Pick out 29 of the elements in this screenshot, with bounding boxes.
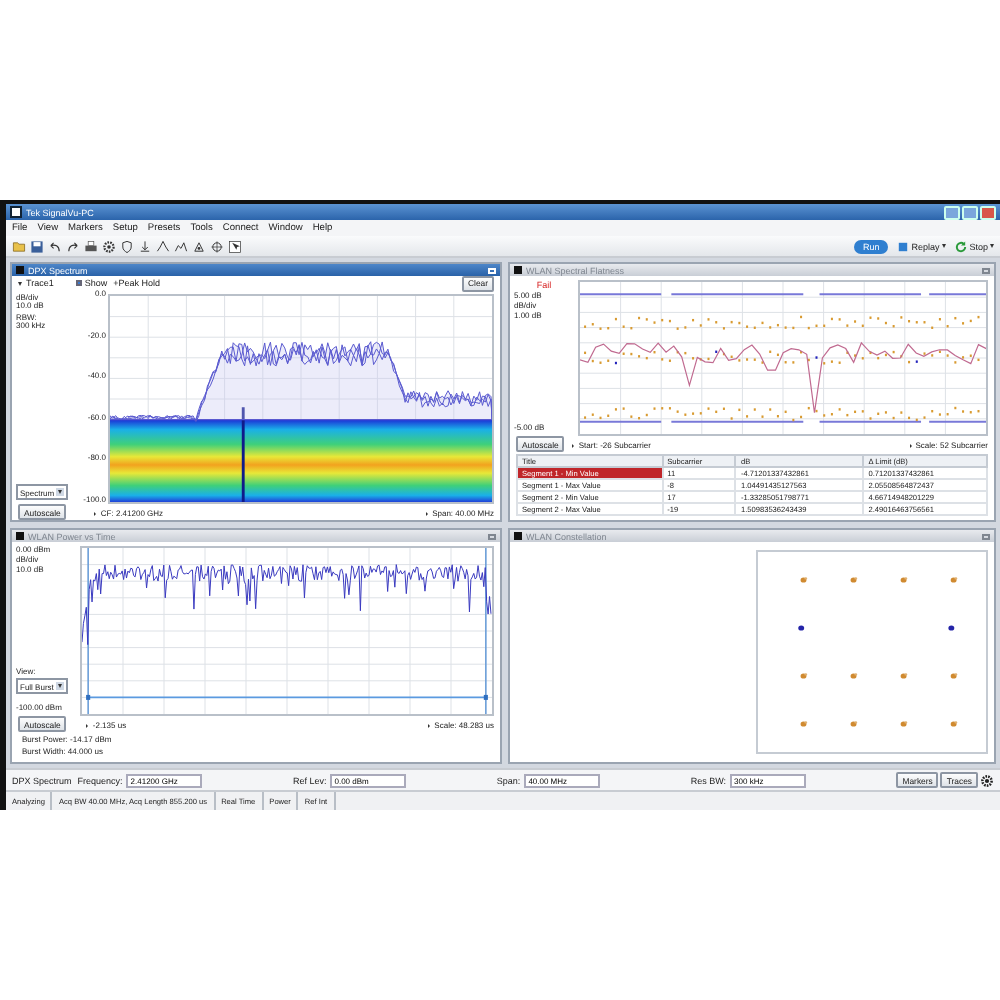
gear-icon[interactable] (980, 773, 995, 787)
undo-icon[interactable] (48, 239, 62, 253)
peak-search-icon[interactable] (174, 239, 188, 253)
triangle-icon[interactable] (192, 239, 206, 253)
cursor-icon[interactable] (228, 239, 242, 253)
checkbox[interactable] (75, 279, 83, 287)
caret-icon (990, 244, 994, 248)
refresh-icon (953, 239, 968, 253)
crosshair-icon[interactable] (210, 239, 224, 253)
peak-icon[interactable] (156, 239, 170, 253)
panel-icon (514, 266, 522, 274)
panel-icon (16, 532, 24, 540)
maximize-button[interactable] (962, 205, 978, 219)
panel-icon (16, 266, 24, 274)
caret-icon (941, 244, 946, 248)
printer-icon[interactable] (84, 239, 98, 253)
close-button[interactable] (980, 205, 996, 219)
caret-icon (18, 281, 22, 285)
caret-icon (58, 684, 62, 688)
shield-icon[interactable] (120, 239, 134, 253)
maximize-icon[interactable] (982, 533, 990, 539)
maximize-icon[interactable] (488, 533, 496, 539)
maximize-icon[interactable] (982, 267, 990, 273)
gear-icon[interactable] (102, 239, 116, 253)
caret-icon (58, 490, 63, 494)
replay-icon (895, 239, 910, 253)
minimize-button[interactable] (944, 205, 960, 219)
panel-icon (514, 532, 522, 540)
redo-icon[interactable] (66, 239, 80, 253)
